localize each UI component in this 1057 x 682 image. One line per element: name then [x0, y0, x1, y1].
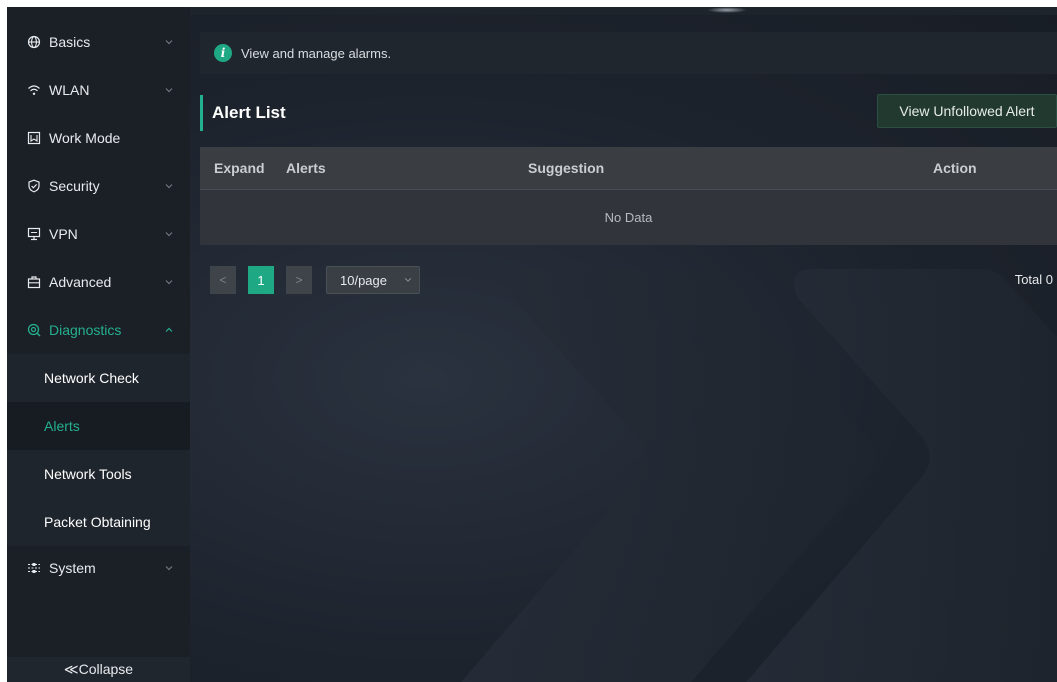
button-label: View Unfollowed Alert — [899, 103, 1035, 119]
sidebar-subitem-network-check[interactable]: Network Check — [7, 354, 190, 402]
sidebar-item-label: VPN — [49, 226, 78, 242]
next-page-button[interactable]: > — [286, 266, 312, 294]
table-header: Expand Alerts Suggestion Action — [200, 147, 1057, 189]
work-mode-icon — [27, 131, 41, 145]
sidebar-subitem-alerts[interactable]: Alerts — [7, 402, 190, 450]
table-empty-row: No Data — [200, 189, 1057, 245]
page-1-button[interactable]: 1 — [248, 266, 274, 294]
sidebar-item-label: Advanced — [49, 274, 112, 290]
sidebar-item-vpn[interactable]: VPN — [7, 210, 190, 258]
info-text: View and manage alarms. — [241, 45, 392, 61]
prev-page-button[interactable]: < — [210, 266, 236, 294]
sidebar-item-security[interactable]: Security — [7, 162, 190, 210]
alert-table: Expand Alerts Suggestion Action No Data — [200, 147, 1057, 245]
sidebar-subitem-label: Network Check — [44, 370, 139, 386]
sidebar-subitem-label: Network Tools — [44, 466, 132, 482]
sidebar-item-wlan[interactable]: WLAN — [7, 66, 190, 114]
collapse-label: ≪Collapse — [63, 661, 134, 677]
sidebar-item-label: Security — [49, 178, 100, 194]
app-window: Basics WLAN Work Mode Security VPN Advan… — [7, 7, 1057, 682]
page-number: 1 — [257, 272, 265, 288]
chevron-down-icon — [165, 566, 173, 571]
sidebar-subitem-network-tools[interactable]: Network Tools — [7, 450, 190, 498]
monitor-icon — [27, 227, 41, 241]
collapse-button[interactable]: ≪Collapse — [7, 657, 190, 682]
sidebar-item-label: Basics — [49, 34, 91, 50]
chevron-down-icon — [165, 88, 173, 93]
chevron-down-icon — [165, 232, 173, 237]
sidebar-item-label: WLAN — [49, 82, 90, 98]
total-count: Total 0 — [1014, 272, 1053, 287]
sidebar-subitem-label: Alerts — [44, 418, 80, 434]
sidebar-subitem-packet-obtaining[interactable]: Packet Obtaining — [7, 498, 190, 546]
sidebar-item-label: System — [49, 560, 96, 576]
info-banner: i View and manage alarms. — [200, 32, 1057, 74]
sidebar: Basics WLAN Work Mode Security VPN Advan… — [7, 7, 190, 682]
column-header-alerts: Alerts — [286, 160, 326, 176]
chevron-down-icon — [165, 280, 173, 285]
sidebar-item-label: Work Mode — [49, 130, 121, 146]
sidebar-item-advanced[interactable]: Advanced — [7, 258, 190, 306]
chevron-up-icon — [165, 327, 173, 332]
chevron-down-icon — [404, 278, 412, 282]
sliders-icon — [27, 561, 41, 575]
column-header-expand: Expand — [214, 160, 265, 176]
chevron-right-icon: > — [295, 273, 303, 287]
page-title-text: Alert List — [212, 103, 286, 122]
toolbox-icon — [27, 275, 41, 289]
sidebar-item-basics[interactable]: Basics — [7, 18, 190, 66]
wifi-icon — [27, 83, 41, 97]
page-title: Alert List — [200, 95, 286, 131]
sidebar-subitem-label: Packet Obtaining — [44, 514, 151, 530]
sidebar-item-label: Diagnostics — [49, 322, 122, 338]
chevron-down-icon — [165, 184, 173, 189]
view-unfollowed-alert-button[interactable]: View Unfollowed Alert — [877, 94, 1057, 128]
diagnostics-icon — [27, 323, 41, 337]
chevron-left-icon: < — [219, 273, 227, 287]
empty-text: No Data — [604, 210, 653, 225]
sidebar-item-work-mode[interactable]: Work Mode — [7, 114, 190, 162]
page-size-select[interactable]: 10/page — [326, 266, 420, 294]
sidebar-item-diagnostics[interactable]: Diagnostics — [7, 306, 190, 354]
page-size-value: 10/page — [340, 272, 387, 288]
sidebar-item-system[interactable]: System — [7, 544, 190, 592]
info-icon: i — [214, 44, 232, 62]
globe-icon — [27, 35, 41, 49]
pagination: < 1 > 10/page Total 0 — [210, 266, 1057, 294]
column-header-suggestion: Suggestion — [528, 160, 605, 176]
chevron-down-icon — [165, 40, 173, 45]
column-header-action: Action — [933, 160, 977, 176]
shield-icon — [27, 179, 41, 193]
